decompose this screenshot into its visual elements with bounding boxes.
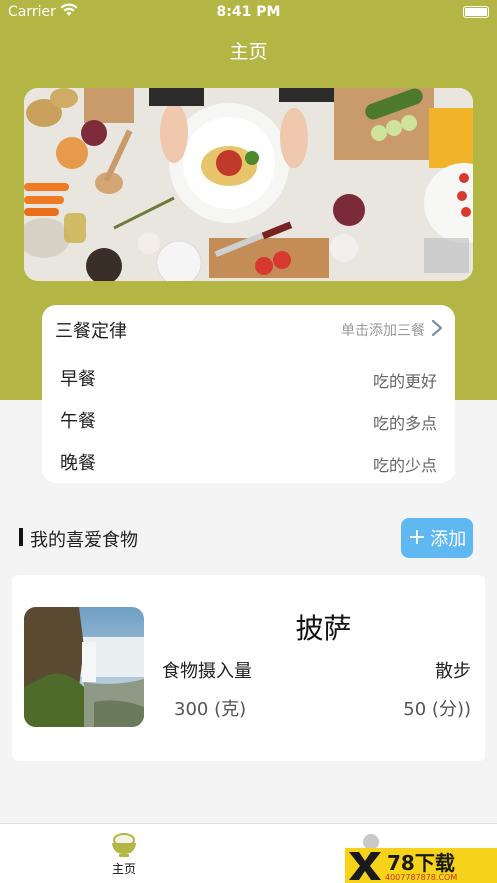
intake-label: 食物摄入量 xyxy=(162,661,252,682)
watermark-text: 78下载 xyxy=(387,851,455,875)
watermark-logo: 78下载 4007787878.COM xyxy=(345,848,497,883)
favorite-food-card[interactable]: 披萨 食物摄入量 散步 300 (克) 50 (分)) xyxy=(12,575,485,761)
meal-rules-title: 三餐定律 xyxy=(55,321,127,342)
meal-tip: 吃的少点 xyxy=(372,456,437,475)
meal-row-breakfast[interactable]: 早餐 吃的更好 xyxy=(60,365,437,393)
rice-bowl-icon xyxy=(112,833,136,857)
intake-value: 300 (克) xyxy=(174,699,247,720)
banner-image[interactable] xyxy=(24,88,473,281)
favorites-title: 我的喜爱食物 xyxy=(30,530,138,551)
food-name: 披萨 xyxy=(295,612,352,645)
page-title: 主页 xyxy=(229,41,268,63)
tab-home-label: 主页 xyxy=(111,862,136,876)
tab-home[interactable]: 主页 xyxy=(96,832,152,877)
meal-row-dinner[interactable]: 晚餐 吃的少点 xyxy=(60,449,437,477)
exercise-label: 散步 xyxy=(435,661,471,682)
meal-row-lunch[interactable]: 午餐 吃的多点 xyxy=(60,407,437,435)
meal-tip: 吃的多点 xyxy=(372,414,437,433)
add-favorite-button[interactable]: + 添加 xyxy=(401,518,473,558)
watermark-number: 4007787878.COM xyxy=(385,873,457,882)
meal-name: 晚餐 xyxy=(60,453,96,474)
add-button-label: 添加 xyxy=(430,529,467,550)
meal-tip: 吃的更好 xyxy=(372,372,437,391)
meal-rules-card: 三餐定律 单击添加三餐 早餐 吃的更好 午餐 吃的多点 晚餐 吃的少点 xyxy=(42,305,455,483)
exercise-value: 50 (分)) xyxy=(403,699,471,720)
food-image xyxy=(24,607,144,727)
status-bar: Carrier 8:41 PM xyxy=(0,0,497,26)
plus-icon: + xyxy=(407,525,427,550)
section-marker xyxy=(19,528,23,546)
battery-icon xyxy=(463,6,489,18)
add-meals-link[interactable]: 单击添加三餐 xyxy=(341,320,425,340)
meal-name: 早餐 xyxy=(60,369,96,390)
clock: 8:41 PM xyxy=(216,4,281,20)
chevron-right-icon[interactable] xyxy=(431,319,443,337)
meal-name: 午餐 xyxy=(60,411,96,432)
